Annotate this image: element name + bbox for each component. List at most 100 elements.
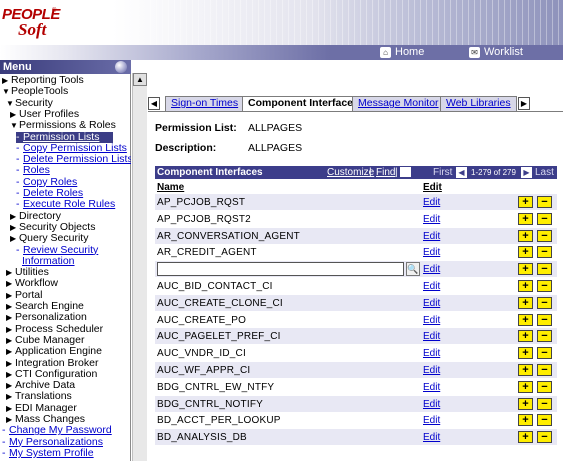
expand-arrow-icon[interactable]: ▶ [6,403,15,414]
table-row: AUC_CREATE_CLONE_CI Edit + − [155,294,557,311]
last-label[interactable]: Last [535,166,554,179]
delete-row-button[interactable]: − [537,196,552,208]
tab-component-interfaces[interactable]: Component Interfaces [242,96,365,112]
bullet-dash: - [16,130,20,143]
component-name-input[interactable] [157,262,404,277]
expand-arrow-icon[interactable]: ▶ [6,346,15,357]
expand-arrow-icon[interactable]: ▶ [6,312,15,323]
edit-link[interactable]: Edit [423,264,440,275]
delete-row-button[interactable]: − [537,364,552,376]
edit-link[interactable]: Edit [423,331,440,342]
table-row: 🔍 Edit + − [155,261,557,278]
expand-arrow-icon[interactable]: ▶ [6,290,15,301]
expand-arrow-icon[interactable]: ▶ [2,75,11,86]
column-header-name[interactable]: Name [157,182,184,193]
edit-link[interactable]: Edit [423,382,440,393]
expand-arrow-icon[interactable]: ▶ [6,335,15,346]
add-row-button[interactable]: + [518,246,533,259]
expand-arrow-icon[interactable]: ▶ [6,267,15,278]
expand-arrow-icon[interactable]: ▶ [10,233,19,244]
collapse-arrow-icon[interactable]: ▼ [2,86,11,97]
delete-row-button[interactable]: − [537,397,552,410]
add-row-button[interactable]: + [518,263,533,276]
delete-row-button[interactable]: − [537,414,552,427]
add-row-button[interactable]: + [518,364,533,376]
scroll-up-icon[interactable]: ▲ [133,73,147,86]
delete-row-button[interactable]: − [537,296,552,309]
delete-row-button[interactable]: − [537,431,552,444]
component-name: AR_CREDIT_AGENT [157,247,257,259]
edit-link[interactable]: Edit [423,281,440,292]
collapse-arrow-icon[interactable]: ▼ [6,98,15,109]
view-all-icon[interactable] [400,167,411,177]
tab-sign-on-times[interactable]: Sign-on Times [165,96,245,111]
add-row-button[interactable]: + [518,397,533,410]
edit-link[interactable]: Edit [423,315,440,326]
collapse-arrow-icon[interactable]: ▼ [10,120,19,131]
delete-row-button[interactable]: − [537,263,552,276]
edit-link[interactable]: Edit [423,197,440,208]
delete-row-button[interactable]: − [537,229,552,242]
expand-arrow-icon[interactable]: ▶ [10,109,19,120]
edit-link[interactable]: Edit [423,348,440,359]
menu-panel: Menu ▶ Reporting Tools ▼PeopleTools ▼Securi… [0,60,131,461]
edit-link[interactable]: Edit [423,399,440,410]
add-row-button[interactable]: + [518,380,533,393]
menu-item-my-system-profile[interactable]: - My System Profile [2,447,94,459]
expand-arrow-icon[interactable]: ▶ [6,324,15,335]
tab-web-libraries[interactable]: Web Libraries [440,96,517,111]
edit-link[interactable]: Edit [423,231,440,242]
menu-item-label: Copy Roles [23,175,78,188]
table-row: AR_CREDIT_AGENT Edit + − [155,244,557,260]
menu-scrollbar[interactable]: ▲ [132,73,147,461]
expand-arrow-icon[interactable]: ▶ [6,278,15,289]
expand-arrow-icon[interactable]: ▶ [10,222,19,233]
customize-link[interactable]: Customize [327,166,374,179]
delete-row-button[interactable]: − [537,330,552,343]
add-row-button[interactable]: + [518,431,533,444]
add-row-button[interactable]: + [518,414,533,427]
peoplesoft-logo[interactable]: PEOPLE ® Soft [2,6,72,40]
add-row-button[interactable]: + [518,196,533,208]
add-row-button[interactable]: + [518,229,533,242]
first-label[interactable]: First [433,166,452,179]
add-row-button[interactable]: + [518,280,533,292]
add-row-button[interactable]: + [518,296,533,309]
delete-row-button[interactable]: − [537,347,552,360]
add-row-button[interactable]: + [518,313,533,326]
expand-arrow-icon[interactable]: ▶ [6,380,15,391]
edit-link[interactable]: Edit [423,298,440,309]
tab-scroll-left-icon[interactable]: ◀ [148,97,160,110]
edit-link[interactable]: Edit [423,365,440,376]
add-row-button[interactable]: + [518,212,533,225]
expand-arrow-icon[interactable]: ▶ [10,211,19,222]
add-row-button[interactable]: + [518,330,533,343]
delete-row-button[interactable]: − [537,313,552,326]
edit-link[interactable]: Edit [423,415,440,426]
worklist-link[interactable]: ✉ Worklist [469,46,523,58]
tab-scroll-right-icon[interactable]: ▶ [518,97,530,110]
expand-arrow-icon[interactable]: ▶ [6,391,15,402]
delete-row-button[interactable]: − [537,280,552,292]
menu-title: Menu [3,61,32,73]
home-link[interactable]: ⌂ Home [380,46,424,58]
delete-row-button[interactable]: − [537,212,552,225]
edit-link[interactable]: Edit [423,214,440,225]
component-name: BDG_CNTRL_NOTIFY [157,398,263,410]
edit-link[interactable]: Edit [423,432,440,443]
lookup-icon[interactable]: 🔍 [406,262,420,277]
find-link[interactable]: Find [376,166,395,179]
edit-link[interactable]: Edit [423,247,440,258]
expand-arrow-icon[interactable]: ▶ [6,369,15,380]
delete-row-button[interactable]: − [537,380,552,393]
menu-item-label: Change My Password [9,424,112,437]
expand-arrow-icon[interactable]: ▶ [6,301,15,312]
add-row-button[interactable]: + [518,347,533,360]
prev-page-icon[interactable]: ◀ [456,167,467,178]
delete-row-button[interactable]: − [537,246,552,259]
next-page-icon[interactable]: ▶ [521,167,532,178]
menu-collapse-icon[interactable] [115,61,127,73]
tab-message-monitor[interactable]: Message Monitor [352,96,445,111]
expand-arrow-icon[interactable]: ▶ [6,358,15,369]
column-header-edit[interactable]: Edit [423,182,442,193]
